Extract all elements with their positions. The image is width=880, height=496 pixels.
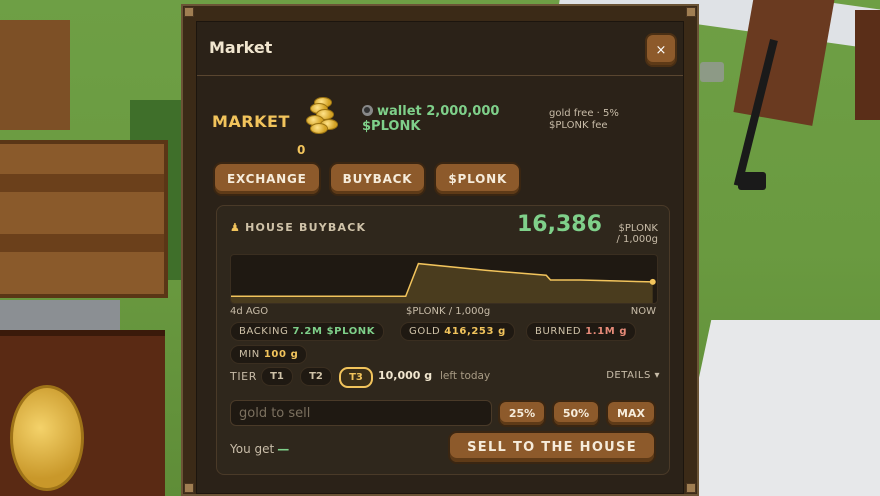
wooden-crate-back [0, 20, 70, 130]
min-stat: MIN 100 g [230, 345, 308, 364]
backing-stat: BACKING 7.2M $PLONK [230, 322, 385, 341]
tier-label: TIER [230, 370, 257, 383]
price-chart [230, 254, 658, 304]
coin-count: 0 [297, 143, 306, 157]
sell-to-house-button[interactable]: SELL TO THE HOUSE [448, 431, 656, 464]
chart-area [231, 263, 653, 303]
you-get-label: You get [230, 442, 275, 456]
wallet-balance: wallet 2,000,000 $PLONK [362, 104, 532, 134]
gold-stat: GOLD 416,253 g [400, 322, 515, 341]
min-label: MIN [239, 349, 260, 360]
buyback-price: 16,386 [517, 212, 602, 237]
price-unit-per: / 1,000g [616, 234, 658, 245]
house-buyback-card: ♟ HOUSE BUYBACK 16,386 $PLONK/ 1,000g 4d … [216, 205, 670, 475]
quick-50-button[interactable]: 50% [552, 400, 600, 427]
wallet-text: wallet 2,000,000 $PLONK [362, 104, 500, 134]
tier-t2-button[interactable]: T2 [300, 367, 332, 386]
gold-coins-icon [304, 97, 342, 134]
gold-label: GOLD [409, 326, 441, 337]
burned-label: BURNED [535, 326, 582, 337]
tree-trunk-right [855, 10, 880, 120]
chart-label-mid: $PLONK / 1,000g [406, 306, 491, 317]
min-value: 100 g [263, 349, 299, 360]
buyback-heading: ♟ HOUSE BUYBACK [230, 221, 366, 234]
gold-value: 416,253 g [444, 326, 506, 337]
chart-label-start: 4d AGO [230, 306, 269, 317]
wallet-icon [362, 105, 373, 116]
market-tabs: EXCHANGE BUYBACK $PLONK [213, 162, 522, 196]
tab-buyback[interactable]: BUYBACK [328, 162, 427, 196]
tier-t1-button[interactable]: T1 [261, 367, 293, 386]
tier-left-today: left today [440, 370, 491, 382]
burned-value: 1.1M g [585, 326, 628, 337]
you-get: You get — [230, 442, 289, 456]
lamp-post-base [738, 172, 766, 190]
tab-exchange[interactable]: EXCHANGE [213, 162, 321, 196]
rock [700, 62, 724, 82]
backing-label: BACKING [239, 326, 289, 337]
tab-plonk[interactable]: $PLONK [434, 162, 522, 196]
burned-stat: BURNED 1.1M g [526, 322, 637, 341]
backing-value: 7.2M $PLONK [292, 326, 376, 337]
market-heading: MARKET [212, 112, 290, 131]
you-get-value: — [277, 442, 290, 456]
gold-to-sell-input[interactable] [230, 400, 492, 426]
chart-current-point [649, 278, 656, 285]
wooden-crate [0, 140, 168, 298]
price-unit: $PLONK/ 1,000g [612, 223, 658, 245]
details-toggle[interactable]: DETAILS ▾ [606, 370, 660, 381]
fee-info: gold free · 5% $PLONK fee [549, 108, 619, 131]
buyback-heading-text: HOUSE BUYBACK [245, 221, 367, 234]
tier-amount: 10,000 g [378, 369, 433, 382]
dialog-body: Market × MARKET 0 wallet 2,000,000 $PLON… [196, 21, 684, 494]
quick-25-button[interactable]: 25% [498, 400, 546, 427]
header-divider [197, 75, 683, 76]
price-chart-svg [231, 262, 656, 303]
dialog-title: Market [209, 38, 273, 57]
house-icon: ♟ [230, 221, 242, 234]
tier-t3-button[interactable]: T3 [339, 367, 373, 388]
tier-selector: TIER T1 T2 T3 10,000 g left today DETAIL… [230, 367, 660, 388]
close-button[interactable]: × [645, 33, 677, 67]
chart-label-end: NOW [630, 306, 656, 317]
quick-max-button[interactable]: MAX [606, 400, 656, 427]
market-dialog: Market × MARKET 0 wallet 2,000,000 $PLON… [181, 4, 699, 496]
price-unit-currency: $PLONK [618, 223, 658, 234]
gold-coin-sign [10, 385, 84, 491]
